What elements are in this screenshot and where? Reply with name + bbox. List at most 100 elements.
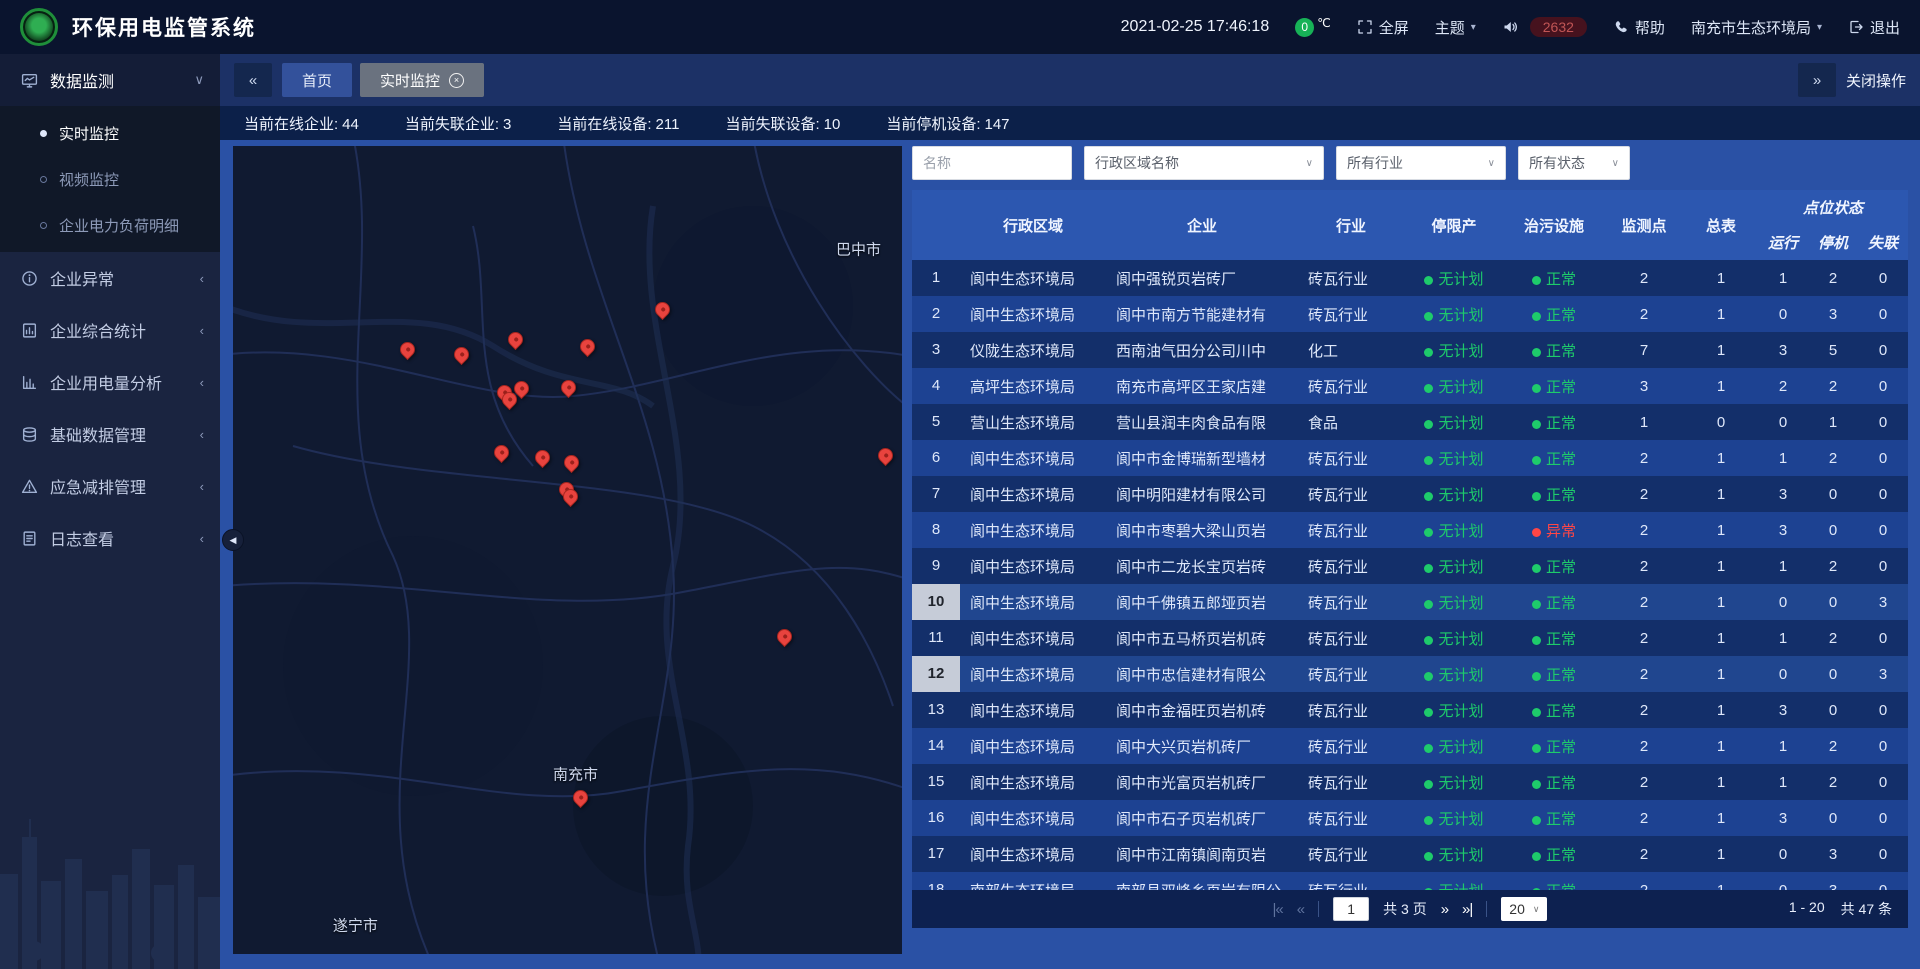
table-row-9[interactable]: 9阆中生态环境局阆中市二龙长宝页岩砖砖瓦行业无计划正常21120 bbox=[912, 548, 1908, 584]
header-company: 企业 bbox=[1106, 190, 1298, 260]
org-dropdown[interactable]: 南充市生态环境局 ▾ bbox=[1691, 17, 1822, 38]
map-pin[interactable] bbox=[776, 627, 792, 648]
cell-total-meter: 1 bbox=[1684, 306, 1758, 323]
table-row-2[interactable]: 2阆中生态环境局阆中市南方节能建材有砖瓦行业无计划正常21030 bbox=[912, 296, 1908, 332]
first-page-button[interactable]: |« bbox=[1273, 901, 1283, 918]
table-row-16[interactable]: 16阆中生态环境局阆中市石子页岩机砖厂砖瓦行业无计划正常21300 bbox=[912, 800, 1908, 836]
cell-company: 阆中市南方节能建材有 bbox=[1106, 304, 1298, 325]
cell-running: 1 bbox=[1758, 630, 1808, 647]
table-row-8[interactable]: 8阆中生态环境局阆中市枣碧大梁山页岩砖瓦行业无计划异常21300 bbox=[912, 512, 1908, 548]
page-number-input[interactable] bbox=[1333, 897, 1369, 921]
sidebar-item-4[interactable]: 基础数据管理‹ bbox=[0, 408, 220, 460]
table-row-7[interactable]: 7阆中生态环境局阆中明阳建材有限公司砖瓦行业无计划正常21300 bbox=[912, 476, 1908, 512]
tabs-scroll-left-button[interactable]: « bbox=[234, 63, 272, 97]
cell-total-meter: 1 bbox=[1684, 882, 1758, 891]
sidebar-collapse-handle[interactable]: ◀ bbox=[222, 529, 244, 551]
table-row-3[interactable]: 3仪陇生态环境局西南油气田分公司川中化工无计划正常71350 bbox=[912, 332, 1908, 368]
cell-region: 阆中生态环境局 bbox=[960, 700, 1106, 721]
industry-select[interactable]: 所有行业 ∨ bbox=[1336, 146, 1506, 180]
map-pin[interactable] bbox=[535, 448, 551, 469]
table-row-12[interactable]: 12阆中生态环境局阆中市忠信建材有限公砖瓦行业无计划正常21003 bbox=[912, 656, 1908, 692]
chevron-left-icon: ‹ bbox=[200, 479, 204, 494]
cell-total-meter: 1 bbox=[1684, 666, 1758, 683]
bullet-icon bbox=[40, 176, 47, 183]
status-select[interactable]: 所有状态 ∨ bbox=[1518, 146, 1630, 180]
map-pin[interactable] bbox=[580, 337, 596, 358]
map-pin[interactable] bbox=[563, 487, 579, 508]
header-run: 运行 bbox=[1758, 224, 1808, 260]
close-tab-icon[interactable]: × bbox=[449, 73, 464, 88]
table-row-4[interactable]: 4高坪生态环境局南充市高坪区王家店建砖瓦行业无计划正常31220 bbox=[912, 368, 1908, 404]
table-row-14[interactable]: 14阆中生态环境局阆中大兴页岩机砖厂砖瓦行业无计划正常21120 bbox=[912, 728, 1908, 764]
alarm-sound-button[interactable] bbox=[1502, 19, 1518, 35]
caret-down-icon: ▾ bbox=[1471, 22, 1476, 33]
cell-limit-status: 无计划 bbox=[1404, 700, 1504, 721]
table-row-10[interactable]: 10阆中生态环境局阆中千佛镇五郎垭页岩砖瓦行业无计划正常21003 bbox=[912, 584, 1908, 620]
table-row-17[interactable]: 17阆中生态环境局阆中市江南镇阆南页岩砖瓦行业无计划正常21030 bbox=[912, 836, 1908, 872]
tab-0[interactable]: 首页 bbox=[282, 63, 352, 97]
map-pin[interactable] bbox=[572, 788, 588, 809]
table-row-15[interactable]: 15阆中生态环境局阆中市光富页岩机砖厂砖瓦行业无计划正常21120 bbox=[912, 764, 1908, 800]
cell-limit-status: 无计划 bbox=[1404, 556, 1504, 577]
prev-page-button[interactable]: « bbox=[1297, 901, 1304, 918]
app-header: 环保用电监管系统 2021-02-25 17:46:18 0 ℃ 全屏 主题 ▾… bbox=[0, 0, 1920, 54]
cell-region: 阆中生态环境局 bbox=[960, 592, 1106, 613]
table-row-18[interactable]: 18南部生态环境局南部县双峰乡页岩有限公砖瓦行业无计划正常21030 bbox=[912, 872, 1908, 890]
theme-dropdown[interactable]: 主题 ▾ bbox=[1435, 17, 1476, 38]
cell-facility-status: 正常 bbox=[1504, 340, 1604, 361]
last-page-button[interactable]: »| bbox=[1462, 901, 1472, 918]
cell-industry: 砖瓦行业 bbox=[1298, 304, 1404, 325]
sidebar-item-1[interactable]: 企业异常‹ bbox=[0, 252, 220, 304]
sidebar-subitem-1[interactable]: 视频监控 bbox=[0, 156, 220, 202]
sidebar-item-3[interactable]: 企业用电量分析‹ bbox=[0, 356, 220, 408]
cell-region: 阆中生态环境局 bbox=[960, 556, 1106, 577]
map-pin[interactable] bbox=[878, 446, 894, 467]
stat-label: 当前在线设备: bbox=[557, 116, 651, 133]
next-page-button[interactable]: » bbox=[1441, 901, 1448, 918]
fullscreen-button[interactable]: 全屏 bbox=[1357, 17, 1409, 38]
sidebar-item-5[interactable]: 应急减排管理‹ bbox=[0, 460, 220, 512]
table-row-11[interactable]: 11阆中生态环境局阆中市五马桥页岩机砖砖瓦行业无计划正常21120 bbox=[912, 620, 1908, 656]
sidebar-item-2[interactable]: 企业综合统计‹ bbox=[0, 304, 220, 356]
sidebar-subitem-0[interactable]: 实时监控 bbox=[0, 110, 220, 156]
sidebar-item-label: 数据监测 bbox=[50, 68, 114, 92]
cell-facility-status: 正常 bbox=[1504, 556, 1604, 577]
map-pin[interactable] bbox=[400, 340, 416, 361]
cell-running: 1 bbox=[1758, 270, 1808, 287]
row-index: 13 bbox=[912, 692, 960, 728]
cell-facility-status: 正常 bbox=[1504, 628, 1604, 649]
sidebar-item-6[interactable]: 日志查看‹ bbox=[0, 512, 220, 564]
logout-button[interactable]: 退出 bbox=[1848, 17, 1900, 38]
map-pin[interactable] bbox=[560, 378, 576, 399]
cell-industry: 砖瓦行业 bbox=[1298, 484, 1404, 505]
table-body: 1阆中生态环境局阆中强锐页岩砖厂砖瓦行业无计划正常211202阆中生态环境局阆中… bbox=[912, 260, 1908, 890]
cell-company: 阆中明阳建材有限公司 bbox=[1106, 484, 1298, 505]
map-pin[interactable] bbox=[454, 345, 470, 366]
help-button[interactable]: 帮助 bbox=[1613, 17, 1665, 38]
map-pin[interactable] bbox=[507, 330, 523, 351]
table-row-5[interactable]: 5营山生态环境局营山县润丰肉食品有限食品无计划正常10010 bbox=[912, 404, 1908, 440]
status-text: 正常 bbox=[1546, 883, 1576, 891]
cell-company: 阆中大兴页岩机砖厂 bbox=[1106, 736, 1298, 757]
sidebar-subitem-2[interactable]: 企业电力负荷明细 bbox=[0, 202, 220, 248]
region-select[interactable]: 行政区域名称 ∨ bbox=[1084, 146, 1324, 180]
sidebar-item-0[interactable]: 数据监测∨ bbox=[0, 54, 220, 106]
cell-disconnected: 0 bbox=[1858, 378, 1908, 395]
table-row-1[interactable]: 1阆中生态环境局阆中强锐页岩砖厂砖瓦行业无计划正常21120 bbox=[912, 260, 1908, 296]
page-size-select[interactable]: 20 ∨ bbox=[1501, 897, 1547, 921]
alarm-count-badge[interactable]: 2632 bbox=[1530, 17, 1587, 37]
map-panel[interactable]: 巴中市南充市遂宁市 bbox=[233, 146, 902, 954]
tab-1[interactable]: 实时监控× bbox=[360, 63, 484, 97]
map-pin[interactable] bbox=[654, 300, 670, 321]
tabs-scroll-right-button[interactable]: » bbox=[1798, 63, 1836, 97]
map-pin[interactable] bbox=[501, 390, 517, 411]
map-pin[interactable] bbox=[564, 453, 580, 474]
phone-icon bbox=[1613, 19, 1629, 35]
close-operations-dropdown[interactable]: 关闭操作 bbox=[1846, 70, 1906, 91]
cell-total-meter: 1 bbox=[1684, 486, 1758, 503]
map-pin[interactable] bbox=[494, 443, 510, 464]
table-row-6[interactable]: 6阆中生态环境局阆中市金博瑞新型墙材砖瓦行业无计划正常21120 bbox=[912, 440, 1908, 476]
name-search-input[interactable] bbox=[912, 146, 1072, 180]
table-row-13[interactable]: 13阆中生态环境局阆中市金福旺页岩机砖砖瓦行业无计划正常21300 bbox=[912, 692, 1908, 728]
cell-monitor-points: 2 bbox=[1604, 306, 1684, 323]
